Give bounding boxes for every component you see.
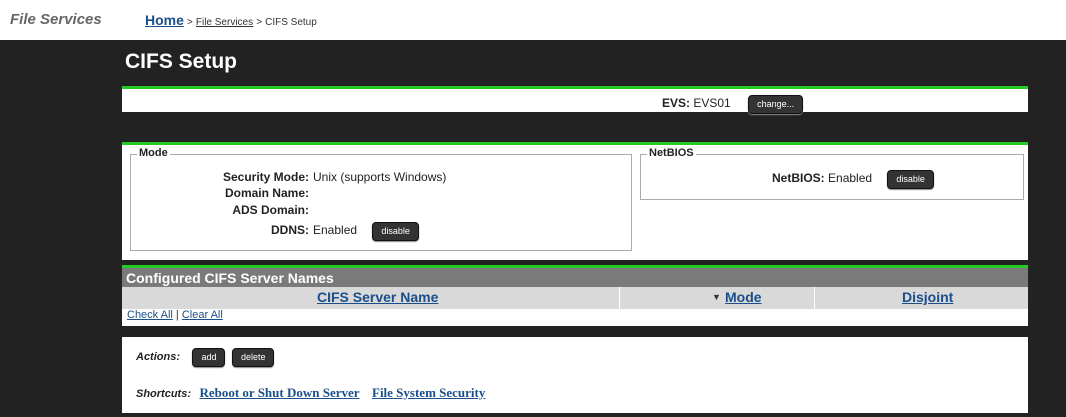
breadcrumb-home-link[interactable]: Home: [145, 12, 184, 28]
section-label: File Services: [10, 11, 102, 28]
evs-panel: EVS: EVS01 change...: [122, 86, 1028, 114]
security-mode-value: Unix (supports Windows): [313, 170, 447, 184]
shortcuts-label: Shortcuts:: [136, 388, 191, 400]
ddns-disable-button[interactable]: disable: [372, 222, 419, 241]
table-header-row: CIFS Server Name ▼ Mode Disjoint: [122, 287, 1028, 309]
netbios-disable-button[interactable]: disable: [887, 170, 934, 189]
column-divider: [814, 287, 815, 309]
ddns-value: Enabled: [313, 223, 358, 237]
ddns-row: DDNS: Enabled disable: [159, 222, 419, 241]
file-system-security-link[interactable]: File System Security: [372, 385, 485, 400]
breadcrumb: Home > File Services > CIFS Setup: [145, 12, 317, 28]
security-mode-label: Security Mode:: [222, 170, 309, 184]
domain-name-label: Domain Name:: [224, 186, 309, 200]
domain-name-row: Domain Name:: [159, 186, 313, 200]
breadcrumb-current: CIFS Setup: [265, 17, 317, 28]
check-divider: |: [175, 309, 179, 321]
netbios-legend: NetBIOS: [647, 147, 696, 159]
page-title: CIFS Setup: [125, 50, 238, 73]
ads-domain-row: ADS Domain:: [159, 203, 313, 217]
actions-label: Actions:: [136, 351, 180, 363]
ddns-label: DDNS:: [271, 223, 309, 237]
configured-section-title: Configured CIFS Server Names: [126, 270, 334, 286]
mode-netbios-panel: Mode Security Mode: Unix (supports Window…: [122, 142, 1028, 260]
delete-button[interactable]: delete: [231, 348, 275, 367]
configured-section-header: Configured CIFS Server Names: [122, 265, 1028, 287]
clear-all-link[interactable]: Clear All: [182, 309, 223, 321]
column-divider: [619, 287, 620, 309]
top-bar: File Services Home > File Services > CIF…: [0, 0, 1066, 40]
column-disjoint[interactable]: Disjoint: [902, 289, 953, 305]
sort-desc-icon: ▼: [712, 292, 721, 302]
evs-label: EVS:: [662, 96, 691, 110]
reboot-shutdown-link[interactable]: Reboot or Shut Down Server: [199, 385, 359, 400]
breadcrumb-separator: >: [186, 17, 193, 28]
security-mode-row: Security Mode: Unix (supports Windows): [159, 170, 446, 184]
netbios-value: Enabled: [828, 171, 873, 185]
add-button[interactable]: add: [192, 348, 226, 367]
column-cifs-server-name[interactable]: CIFS Server Name: [317, 289, 438, 305]
evs-row: EVS: EVS01 change...: [662, 95, 804, 114]
evs-value: EVS01: [693, 96, 731, 110]
breadcrumb-separator: >: [256, 17, 263, 28]
mode-legend: Mode: [137, 147, 170, 159]
netbios-label: NetBIOS:: [772, 171, 825, 185]
shortcuts-row: Shortcuts: Reboot or Shut Down Server Fi…: [136, 384, 485, 402]
breadcrumb-file-services-link[interactable]: File Services: [196, 17, 253, 28]
check-controls-row: Check All | Clear All: [122, 309, 1028, 326]
evs-change-button[interactable]: change...: [748, 95, 804, 114]
actions-row: Actions: add delete: [136, 347, 275, 367]
check-all-link[interactable]: Check All: [127, 309, 173, 321]
actions-panel: Actions: add delete Shortcuts: Reboot or…: [122, 337, 1028, 413]
ads-domain-label: ADS Domain:: [232, 203, 309, 217]
netbios-row: NetBIOS: Enabled disable: [772, 170, 934, 189]
column-mode[interactable]: Mode: [725, 289, 762, 305]
